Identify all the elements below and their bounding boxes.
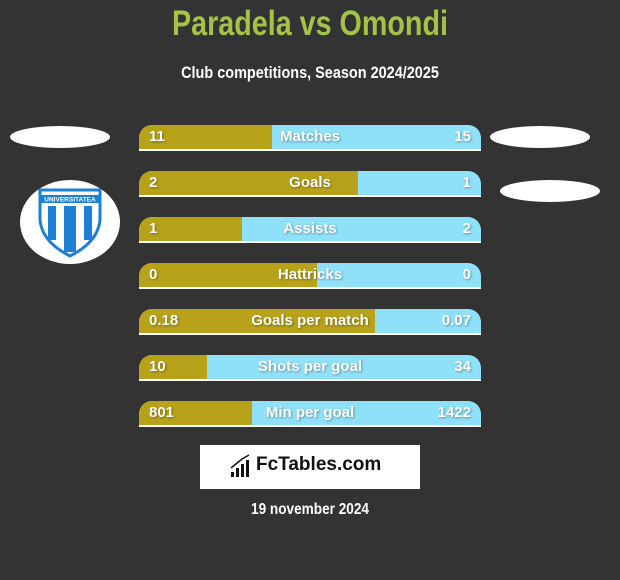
bar-chart-trend-icon xyxy=(230,454,250,477)
stat-row: Goals 2 1 xyxy=(139,171,481,197)
left-value: 2 xyxy=(149,174,158,191)
right-value: 1 xyxy=(462,174,471,191)
left-value: 10 xyxy=(149,358,166,375)
page-title: Paradela vs Omondi xyxy=(172,4,448,43)
right-team-placeholder xyxy=(500,180,600,202)
right-value: 0.07 xyxy=(441,312,471,329)
stat-row: Assists 1 2 xyxy=(139,217,481,243)
craiova-crest-icon: UNIVERSITATEA xyxy=(38,188,102,258)
right-value: 2 xyxy=(462,220,471,237)
stat-row: Min per goal 801 1422 xyxy=(139,401,481,427)
fctables-brand-badge[interactable]: FcTables.com xyxy=(200,445,420,489)
right-player-placeholder xyxy=(490,126,590,148)
left-value: 801 xyxy=(149,404,175,421)
stat-row: Shots per goal 10 34 xyxy=(139,355,481,381)
left-value: 0.18 xyxy=(149,312,179,329)
stat-label: Goals xyxy=(289,174,331,191)
stat-row: Hattricks 0 0 xyxy=(139,263,481,289)
stat-label: Hattricks xyxy=(277,266,343,283)
logo-text: UNIVERSITATEA xyxy=(44,197,96,204)
left-value: 1 xyxy=(149,220,158,237)
stat-row: Matches 11 15 xyxy=(139,125,481,151)
stat-row: Goals per match 0.18 0.07 xyxy=(139,309,481,335)
stat-label: Min per goal xyxy=(265,404,355,421)
right-value: 1422 xyxy=(437,404,471,421)
stat-label: Goals per match xyxy=(251,312,369,329)
stat-label: Shots per goal xyxy=(257,358,363,375)
right-value: 0 xyxy=(462,266,471,283)
date-label: 19 november 2024 xyxy=(251,501,369,518)
right-value: 34 xyxy=(454,358,471,375)
stat-label: Assists xyxy=(283,220,337,237)
page-subtitle: Club competitions, Season 2024/2025 xyxy=(181,63,439,82)
brand-name: FcTables.com xyxy=(256,454,382,475)
right-value: 15 xyxy=(454,128,471,145)
left-player-placeholder xyxy=(10,126,110,148)
left-team-logo: UNIVERSITATEA xyxy=(20,180,120,264)
left-value: 11 xyxy=(149,128,165,145)
stat-label: Matches xyxy=(279,128,341,145)
left-value: 0 xyxy=(149,266,158,283)
